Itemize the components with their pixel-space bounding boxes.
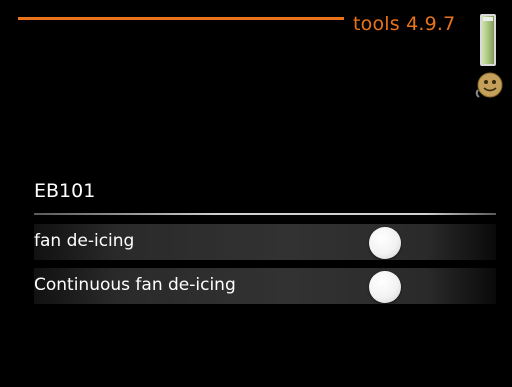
fan-de-icing-toggle[interactable] (369, 227, 401, 259)
smiley-face-icon (475, 72, 503, 98)
divider (34, 213, 496, 215)
header-line (18, 17, 344, 20)
setting-row-fan-de-icing[interactable]: fan de-icing (34, 224, 496, 260)
setting-label: Continuous fan de-icing (34, 275, 236, 295)
continuous-fan-de-icing-toggle[interactable] (369, 271, 401, 303)
page-title: tools 4.9.7 (353, 13, 456, 35)
setting-row-continuous-fan-de-icing[interactable]: Continuous fan de-icing (34, 268, 496, 304)
heat-pump-icon (480, 14, 496, 66)
section-title: EB101 (34, 180, 96, 202)
setting-label: fan de-icing (34, 231, 135, 251)
